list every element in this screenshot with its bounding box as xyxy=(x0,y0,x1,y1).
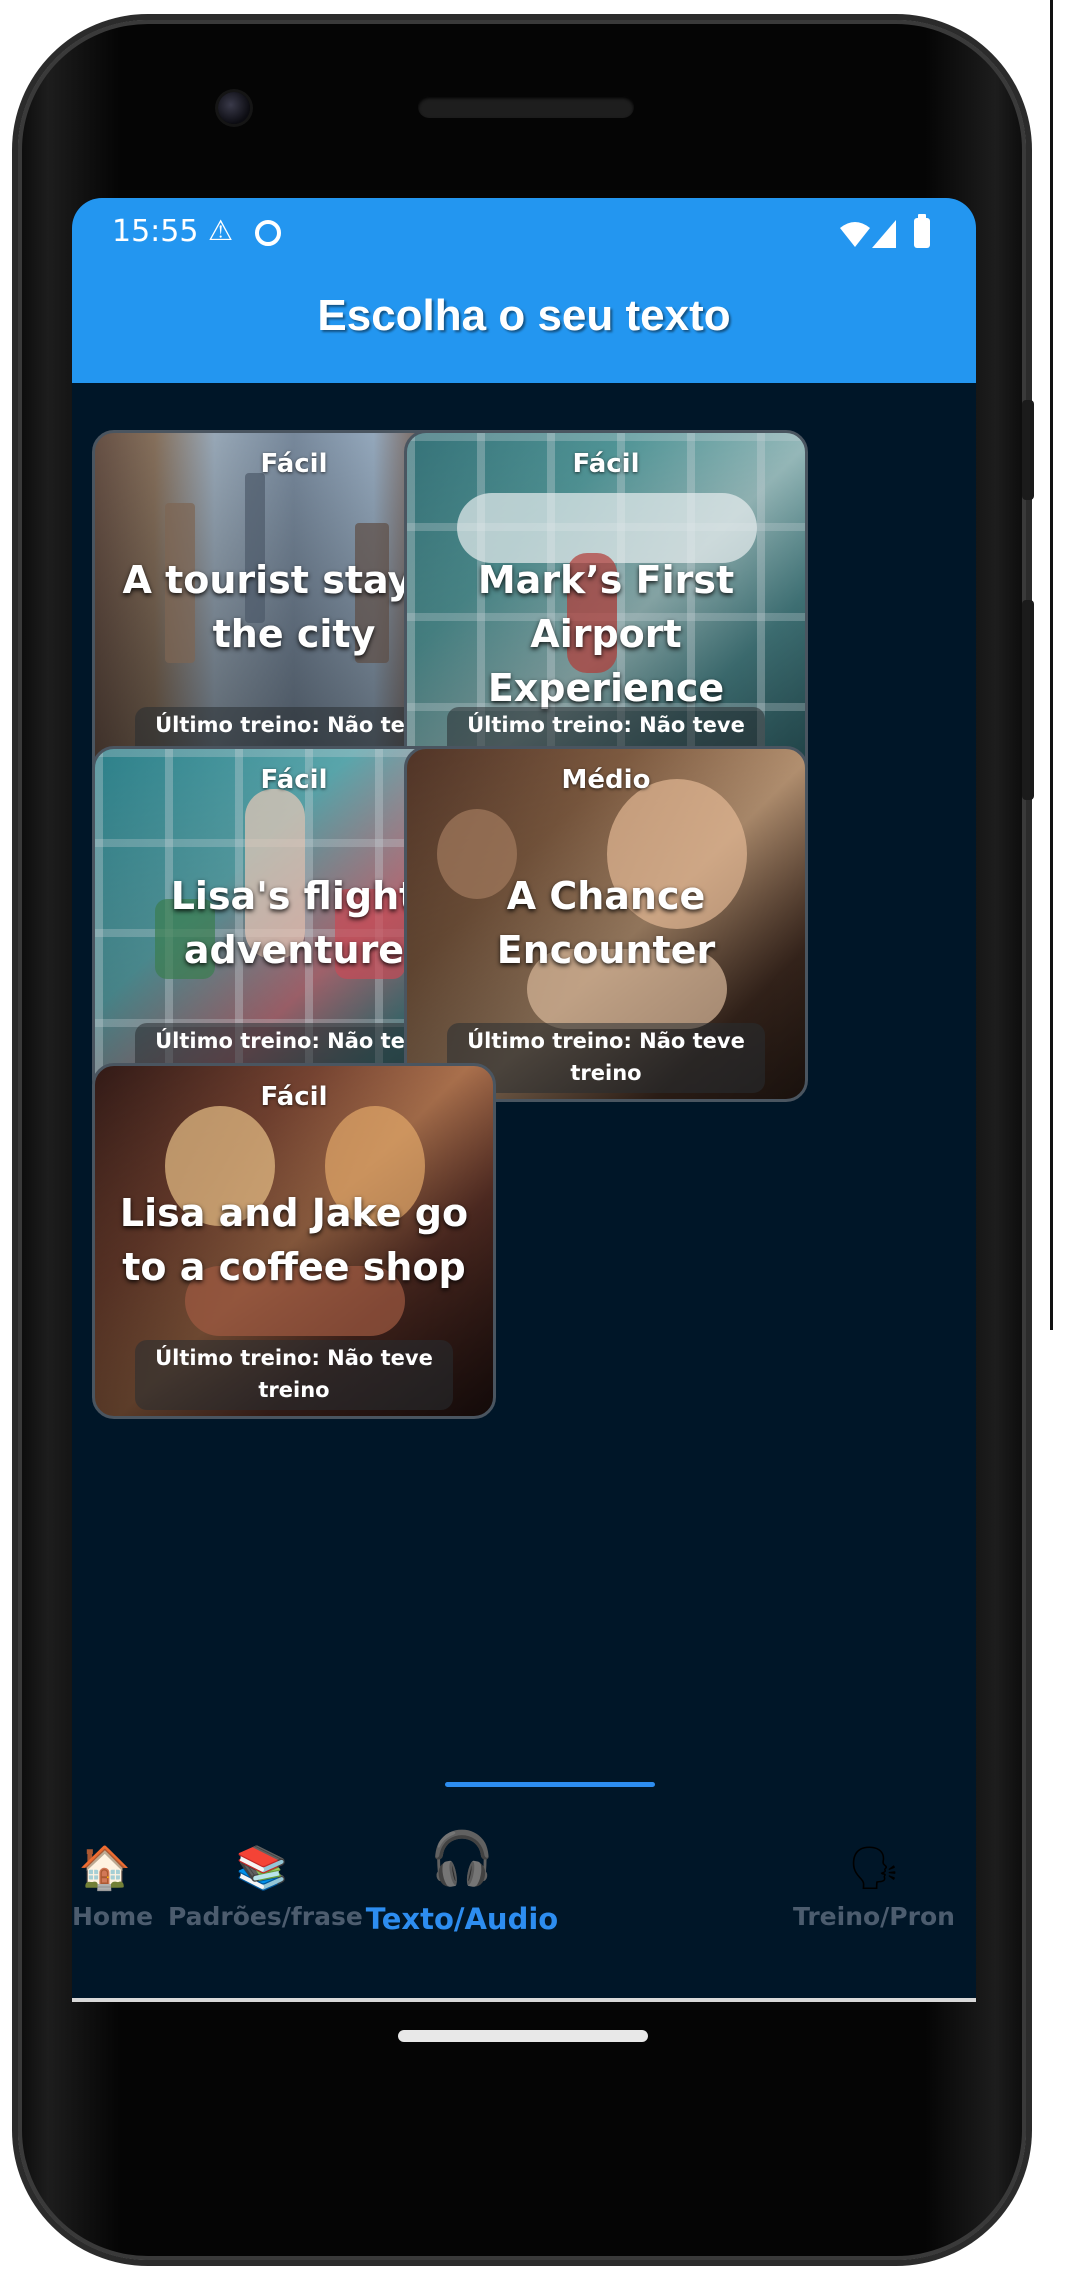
nav-item-treino-pron[interactable]: 🗣 Treino/Pron xyxy=(772,1838,976,1988)
text-title: Lisa and Jake go to a coffee shop xyxy=(119,1191,469,1289)
nav-label: Home xyxy=(72,1902,154,1931)
nav-item-padroes-frase[interactable]: 📚 Padrões/frase xyxy=(168,1838,363,1988)
text-card-chance-encounter[interactable]: Médio A Chance Encounter Último treino: … xyxy=(404,746,808,1102)
status-time: 15:55 xyxy=(112,214,199,249)
home-gesture-bar[interactable] xyxy=(398,2030,648,2042)
nav-label: Texto/Audio xyxy=(365,1902,559,1936)
app-bar: 15:55 ⚠ Escolha o seu texto xyxy=(72,198,976,383)
wifi-icon xyxy=(840,222,870,247)
nav-label: Treino/Pron xyxy=(793,1902,955,1931)
text-title: Mark’s First Airport Experience xyxy=(477,558,735,710)
books-icon: 📚 xyxy=(235,1843,289,1892)
house-icon: 🏠 xyxy=(78,1843,132,1892)
text-title: A Chance Encounter xyxy=(496,874,716,972)
signal-icon xyxy=(872,220,896,248)
speaking-person-icon: 🗣 xyxy=(847,1843,901,1892)
warning-icon: ⚠ xyxy=(208,214,234,247)
nav-label: Padrões/frase xyxy=(168,1902,363,1931)
front-camera xyxy=(218,92,250,124)
frame-border-line xyxy=(1050,0,1053,1330)
last-training-label: Último treino: Não teve treino xyxy=(135,1340,453,1410)
power-button xyxy=(1022,600,1034,800)
difficulty-label: Médio xyxy=(561,765,651,795)
volume-button xyxy=(1022,400,1034,500)
active-tab-indicator xyxy=(445,1782,655,1787)
earpiece-speaker xyxy=(418,96,634,118)
nav-item-home[interactable]: 🏠 Home xyxy=(72,1838,154,1988)
status-bar: 15:55 ⚠ xyxy=(112,210,936,260)
system-bar-divider xyxy=(72,1998,976,2002)
nav-item-texto-audio[interactable]: 🎧 Texto/Audio xyxy=(362,1820,562,1970)
battery-icon xyxy=(914,214,930,248)
difficulty-label: Fácil xyxy=(260,1082,328,1112)
text-card-coffee-shop[interactable]: Fácil Lisa and Jake go to a coffee shop … xyxy=(92,1063,496,1419)
text-card-mark-airport[interactable]: Fácil Mark’s First Airport Experience Úl… xyxy=(404,430,808,786)
listener-headphones-icon: 🎧 xyxy=(429,1829,495,1889)
page-title: Escolha o seu texto xyxy=(317,291,731,340)
app-notification-icon xyxy=(255,220,281,246)
app-screen: 15:55 ⚠ Escolha o seu texto Fácil A tour… xyxy=(72,198,976,1998)
bottom-navigation: 🏠 Home 📚 Padrões/frase 🎧 Texto/Audio 🗣 T… xyxy=(72,1829,976,1988)
difficulty-label: Fácil xyxy=(572,449,640,479)
